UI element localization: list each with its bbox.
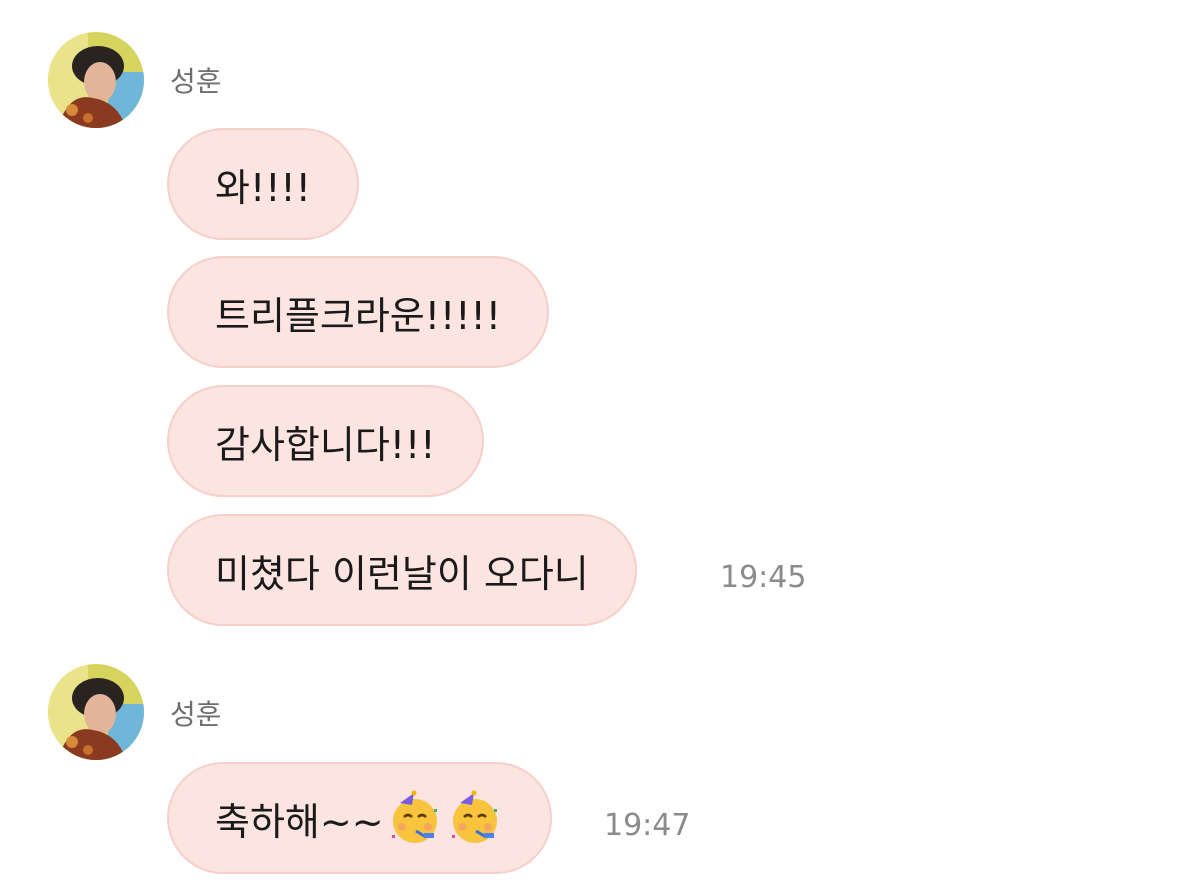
chat-screen: 성훈 와!!!! 트리플크라운!!!!! 감사합니다!!! 미쳤다 이런날이 오… (0, 0, 1200, 882)
message-bubble[interactable]: 축하해~~ (167, 762, 552, 874)
message-text: 와!!!! (215, 165, 311, 210)
message-bubble[interactable]: 미쳤다 이런날이 오다니 (167, 514, 637, 626)
sender-name: 성훈 (170, 698, 222, 731)
message-bubble[interactable]: 감사합니다!!! (167, 385, 484, 497)
avatar[interactable] (48, 664, 144, 760)
avatar[interactable] (48, 32, 144, 128)
message-text: 트리플크라운!!!!! (215, 293, 501, 338)
partying-face-icon (446, 789, 504, 847)
message-text: 축하해~~ (215, 799, 384, 844)
message-timestamp: 19:47 (604, 808, 691, 843)
message-bubble[interactable]: 와!!!! (167, 128, 359, 240)
sender-name: 성훈 (170, 65, 222, 98)
message-timestamp: 19:45 (720, 560, 807, 595)
message-text: 감사합니다!!! (215, 422, 436, 467)
message-text: 미쳤다 이런날이 오다니 (215, 551, 589, 596)
partying-face-icon (386, 789, 444, 847)
message-bubble[interactable]: 트리플크라운!!!!! (167, 256, 549, 368)
